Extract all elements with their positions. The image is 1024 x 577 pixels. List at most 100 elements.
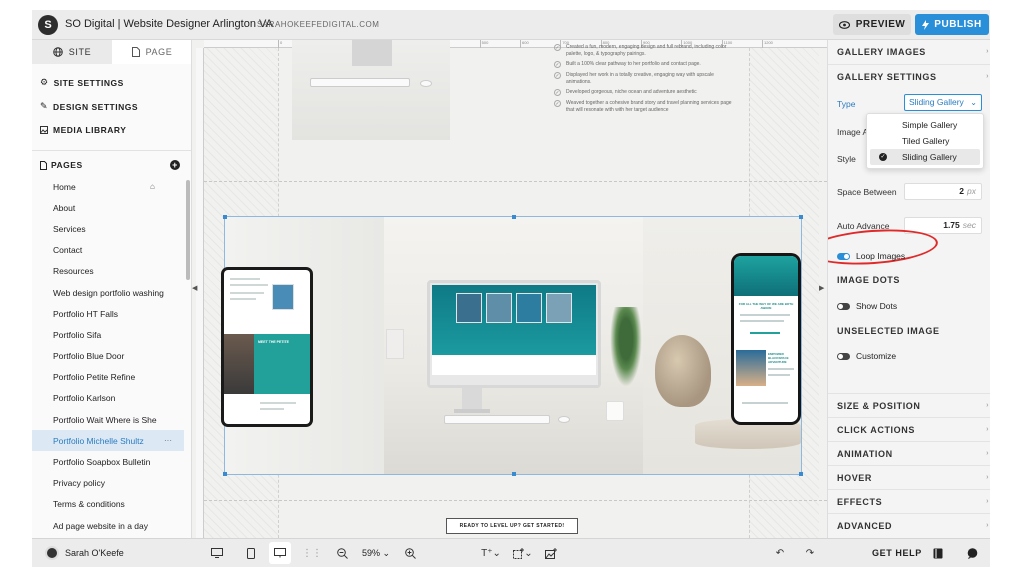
text-line xyxy=(230,298,256,300)
page-item[interactable]: Portfolio Sifa xyxy=(32,324,184,345)
section-effects[interactable]: EFFECTS › xyxy=(828,489,990,513)
toggle-knob xyxy=(838,353,843,359)
page-item[interactable]: Terms & conditions xyxy=(32,494,184,515)
chevron-icon: › xyxy=(986,73,989,80)
tab-site[interactable]: SITE xyxy=(32,40,112,64)
preview-button[interactable]: PREVIEW xyxy=(833,14,911,35)
avatar[interactable] xyxy=(45,546,59,560)
gallery-slide-phone[interactable]: FOR ALL THE WHY OF WE ARE BOTH AWARE EMP… xyxy=(643,217,801,474)
resize-handle[interactable] xyxy=(223,472,227,476)
page-item[interactable]: Portfolio Wait Where is She xyxy=(32,409,184,430)
more-options-icon[interactable]: ··· xyxy=(164,436,172,445)
page-item-label: Ad page website in a day xyxy=(53,520,148,531)
page-item[interactable]: Home ⌂ xyxy=(32,176,184,197)
book-icon[interactable] xyxy=(932,545,944,561)
gallery-slide-imac[interactable] xyxy=(384,217,643,474)
plant-graphic xyxy=(610,307,642,387)
undo-icon[interactable]: ↶ xyxy=(774,545,786,561)
add-element-icon[interactable]: ⌄ xyxy=(512,545,534,561)
tablet-view-icon[interactable] xyxy=(246,545,256,561)
page-item[interactable]: Contact xyxy=(32,240,184,261)
customize-toggle[interactable] xyxy=(837,352,850,360)
editor-canvas[interactable]: 0100200300400500600700800900100011001200… xyxy=(192,40,827,538)
section-title: UNSELECTED IMAGE xyxy=(837,326,940,336)
page-item[interactable]: Ad page website in a day xyxy=(32,515,184,536)
resize-handle[interactable] xyxy=(799,472,803,476)
feature-bullet-text: Built a 100% clear pathway to her portfo… xyxy=(566,61,701,67)
sidebar-item-site-settings[interactable]: ⚙ SITE SETTINGS xyxy=(40,77,124,88)
show-dots-toggle[interactable] xyxy=(837,302,850,310)
dropdown-option-tiled-gallery[interactable]: Tiled Gallery xyxy=(870,133,980,149)
redo-icon[interactable]: ↷ xyxy=(804,545,816,561)
chat-icon[interactable] xyxy=(966,545,978,561)
feature-bullet-text: Displayed her work in a totally creative… xyxy=(566,72,714,85)
resize-handle[interactable] xyxy=(799,215,803,219)
page-item[interactable]: Portfolio Blue Door xyxy=(32,346,184,367)
section-animation[interactable]: ANIMATION › xyxy=(828,441,990,465)
phone-screen: FOR ALL THE WHY OF WE ARE BOTH AWARE EMP… xyxy=(734,256,798,422)
tab-page[interactable]: PAGE xyxy=(112,40,191,64)
show-dots-row[interactable]: Show Dots xyxy=(837,301,897,311)
page-item[interactable]: About xyxy=(32,197,184,218)
section-gallery-images[interactable]: GALLERY IMAGES › xyxy=(828,40,990,64)
collapse-left-arrow-icon[interactable]: ◀ xyxy=(192,284,197,292)
page-item[interactable]: Portfolio Petite Refine xyxy=(32,367,184,388)
feature-bullet-list[interactable]: ✓ Created a fun, modern, engaging design … xyxy=(554,44,734,117)
add-page-button[interactable]: + xyxy=(170,160,180,170)
space-between-input[interactable]: 2 px xyxy=(904,183,982,200)
screen-tile xyxy=(456,293,482,323)
section-size-position[interactable]: SIZE & POSITION › xyxy=(828,393,990,417)
page-item[interactable]: Portfolio HT Falls xyxy=(32,303,184,324)
section-advanced[interactable]: ADVANCED › xyxy=(828,513,990,537)
desktop-wide-view-icon[interactable] xyxy=(210,545,224,561)
zoom-out-icon[interactable] xyxy=(336,545,348,561)
bottom-bar: Sarah O'Keefe ⋮⋮ 59% ⌄ T⁺⌄ ⌄ ↶ ↷ GET HEL… xyxy=(32,538,990,567)
site-logo[interactable]: S xyxy=(38,15,58,35)
resize-handle[interactable] xyxy=(512,472,516,476)
resize-handle[interactable] xyxy=(223,215,227,219)
page-item[interactable]: Portfolio Michelle Shultz ··· xyxy=(32,430,184,452)
sliding-gallery[interactable]: MEET THE PETITE FOR ALL THE WHY OF WE AR… xyxy=(221,215,803,476)
feature-bullet: ✓ Created a fun, modern, engaging design … xyxy=(554,44,734,57)
imac-base xyxy=(454,409,490,413)
section-gallery-settings[interactable]: GALLERY SETTINGS › xyxy=(828,64,990,88)
desk-photo[interactable] xyxy=(292,40,450,140)
ruler-tick: 1200 xyxy=(762,40,773,48)
pages-header: PAGES + xyxy=(40,160,180,170)
sidebar-scrollbar[interactable] xyxy=(186,180,190,280)
zoom-select[interactable]: 59% ⌄ xyxy=(362,548,390,559)
zoom-in-icon[interactable] xyxy=(404,545,416,561)
get-help-button[interactable]: GET HELP xyxy=(872,548,922,558)
loop-images-toggle[interactable] xyxy=(837,252,850,260)
publish-button[interactable]: PUBLISH xyxy=(915,14,989,35)
section-click-actions[interactable]: CLICK ACTIONS › xyxy=(828,417,990,441)
loop-images-row[interactable]: Loop Images xyxy=(837,251,905,261)
page-item[interactable]: Privacy policy xyxy=(32,473,184,494)
add-text-icon[interactable]: T⁺⌄ xyxy=(480,545,502,561)
add-image-icon[interactable] xyxy=(544,545,558,561)
sidebar-item-design-settings[interactable]: ✎ DESIGN SETTINGS xyxy=(40,101,138,112)
page-item-label: Portfolio Wait Where is She xyxy=(53,414,157,425)
section-hover[interactable]: HOVER › xyxy=(828,465,990,489)
gallery-slide-tablet[interactable]: MEET THE PETITE xyxy=(221,217,384,474)
desktop-view-icon[interactable] xyxy=(273,545,287,561)
customize-row[interactable]: Customize xyxy=(837,351,896,361)
page-item[interactable]: Portfolio Karlson xyxy=(32,388,184,409)
page-item[interactable]: Services xyxy=(32,218,184,239)
cta-button[interactable]: READY TO LEVEL UP? GET STARTED! xyxy=(446,518,578,534)
collapse-right-arrow-icon[interactable]: ▶ xyxy=(819,284,824,292)
page-item[interactable]: Web design portfolio washing xyxy=(32,282,184,303)
toggle-knob xyxy=(838,303,843,309)
grid-icon[interactable]: ⋮⋮ xyxy=(302,545,322,561)
dropdown-option-simple-gallery[interactable]: Simple Gallery xyxy=(870,117,980,133)
resize-handle[interactable] xyxy=(512,215,516,219)
chevron-down-icon: ⌄ xyxy=(970,98,977,107)
page-item[interactable]: Resources xyxy=(32,261,184,282)
page-item-label: Resources xyxy=(53,266,94,277)
option-label: Tiled Gallery xyxy=(902,136,950,146)
dropdown-option-sliding-gallery[interactable]: ✓ Sliding Gallery xyxy=(870,149,980,165)
sidebar-item-media-library[interactable]: MEDIA LIBRARY xyxy=(40,125,126,135)
site-url[interactable]: SARAHOKEEFEDIGITAL.COM xyxy=(257,20,379,29)
gallery-type-select[interactable]: Sliding Gallery ⌄ xyxy=(904,94,982,111)
page-item[interactable]: Portfolio Soapbox Bulletin xyxy=(32,451,184,472)
